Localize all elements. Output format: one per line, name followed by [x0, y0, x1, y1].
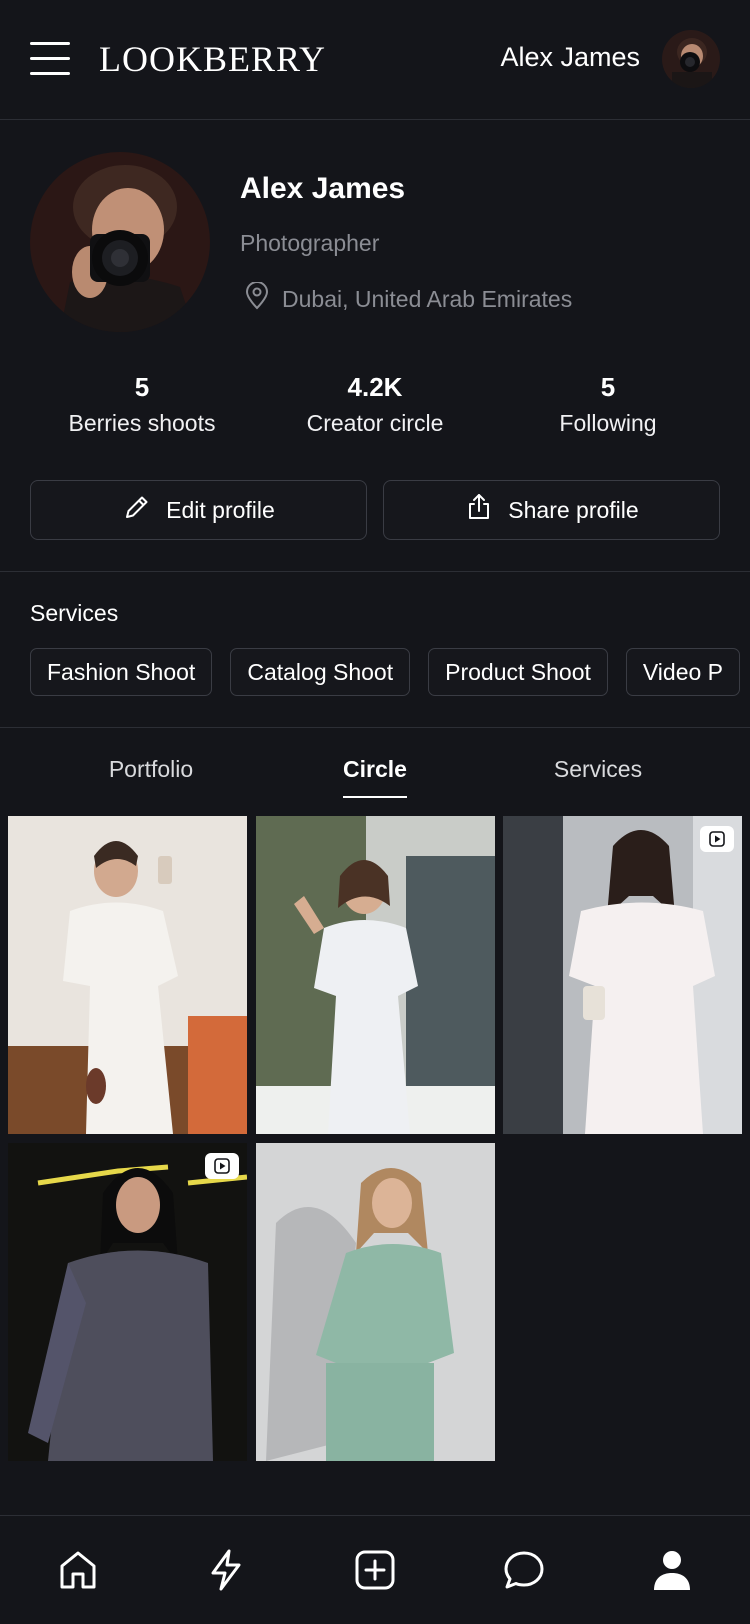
profile-location: Dubai, United Arab Emirates: [244, 281, 573, 316]
stat-label: Berries shoots: [68, 410, 216, 436]
lightning-icon[interactable]: [200, 1544, 252, 1596]
location-pin-icon: [244, 281, 270, 316]
profile-icon[interactable]: [646, 1544, 698, 1596]
active-tab-indicator: [343, 796, 407, 798]
grid-post-4[interactable]: [8, 1143, 247, 1461]
services-title: Services: [30, 600, 119, 626]
service-chip-product-shoot[interactable]: Product Shoot: [428, 648, 608, 696]
header-user-name[interactable]: Alex James: [500, 42, 640, 73]
tab-portfolio[interactable]: Portfolio: [106, 756, 196, 783]
edit-profile-button[interactable]: Edit profile: [30, 480, 367, 540]
video-badge-icon: [205, 1153, 239, 1179]
grid-post-2[interactable]: [256, 816, 495, 1134]
bottom-navigation: [0, 1515, 750, 1624]
app-logo: LOOKBERRY: [99, 39, 327, 79]
stat-value: 5: [600, 372, 616, 402]
share-icon: [464, 492, 494, 528]
video-badge-icon: [700, 826, 734, 852]
stat-creator-circle[interactable]: 4.2K Creator circle: [255, 372, 495, 437]
profile-avatar: [30, 152, 210, 332]
service-chip-fashion-shoot[interactable]: Fashion Shoot: [30, 648, 213, 696]
location-text: Dubai, United Arab Emirates: [282, 285, 573, 312]
stat-label: Following: [559, 410, 657, 436]
menu-icon[interactable]: [30, 42, 70, 76]
divider: [0, 727, 750, 728]
add-square-icon[interactable]: [349, 1544, 401, 1596]
stat-following[interactable]: 5 Following: [488, 372, 728, 437]
service-chip-video[interactable]: Video P: [625, 648, 741, 696]
chat-bubble-icon[interactable]: [498, 1544, 550, 1596]
service-chip-catalog-shoot[interactable]: Catalog Shoot: [230, 648, 411, 696]
grid-post-1[interactable]: [8, 816, 247, 1134]
profile-name: Alex James: [240, 172, 406, 205]
tab-circle[interactable]: Circle: [330, 756, 420, 783]
services-chip-row: Fashion Shoot Catalog Shoot Product Shoo…: [30, 648, 741, 696]
stat-berries-shoots[interactable]: 5 Berries shoots: [22, 372, 262, 437]
pencil-icon: [122, 492, 152, 528]
stat-value: 5: [134, 372, 150, 402]
header-avatar[interactable]: [662, 30, 720, 88]
app-header: LOOKBERRY Alex James: [0, 0, 750, 120]
divider: [0, 571, 750, 572]
share-profile-button[interactable]: Share profile: [383, 480, 720, 540]
tab-services[interactable]: Services: [548, 756, 648, 783]
stat-label: Creator circle: [306, 410, 444, 436]
home-icon[interactable]: [52, 1544, 104, 1596]
stat-value: 4.2K: [347, 372, 403, 402]
share-profile-label: Share profile: [508, 496, 639, 523]
grid-post-3[interactable]: [503, 816, 742, 1134]
grid-post-5[interactable]: [256, 1143, 495, 1461]
edit-profile-label: Edit profile: [166, 496, 275, 523]
profile-role: Photographer: [240, 230, 380, 256]
